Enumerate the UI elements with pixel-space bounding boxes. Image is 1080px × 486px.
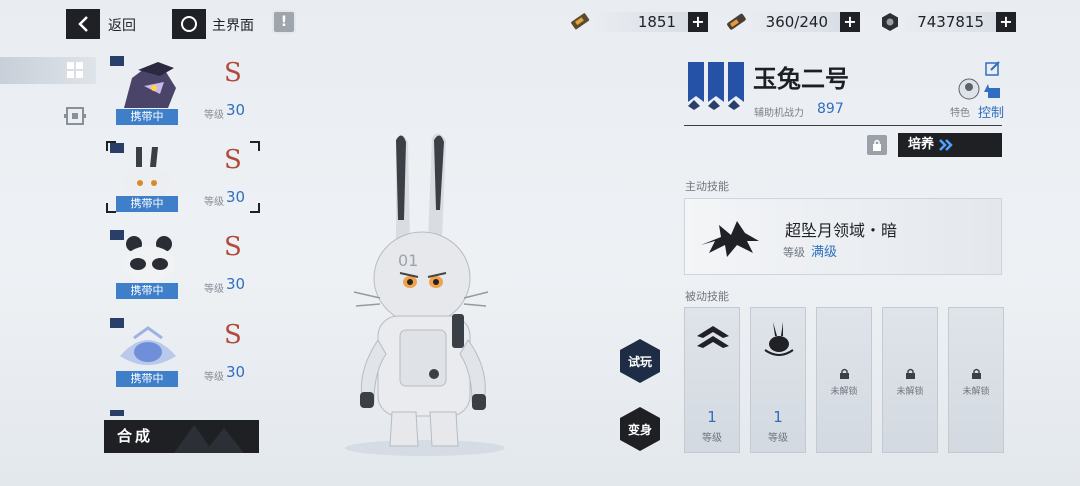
mech-card-5-partial[interactable] xyxy=(110,406,260,418)
passive-skill-3[interactable]: 未解锁 xyxy=(816,307,872,453)
mech-card-4[interactable]: 携带中 S 等级 30 xyxy=(106,318,260,388)
rabbit-skill-icon xyxy=(764,322,794,356)
nut-count: 7437815 xyxy=(917,13,984,31)
add-nut-button[interactable]: + xyxy=(996,12,1016,32)
info-button[interactable]: ! xyxy=(272,10,296,34)
trait-avatar-icon xyxy=(958,78,1000,100)
passive-skill-level: 1 xyxy=(707,408,717,426)
resource-ticket: 1851 + xyxy=(568,10,708,34)
level-key: 等级 xyxy=(204,110,224,121)
locked-label: 未解锁 xyxy=(962,387,990,397)
try-button[interactable]: 试玩 xyxy=(617,338,663,384)
synth-pattern xyxy=(174,425,244,453)
level-value: 30 xyxy=(226,363,246,381)
carry-badge: 携带中 xyxy=(116,283,178,299)
energy-count: 360/240 xyxy=(765,13,828,31)
sidebar-tab-grid[interactable] xyxy=(0,57,96,84)
carry-badge: 携带中 xyxy=(116,196,178,212)
add-energy-button[interactable]: + xyxy=(840,12,860,32)
trait-key: 特色 xyxy=(950,108,970,119)
divider xyxy=(684,125,1002,126)
lock-icon xyxy=(972,368,981,379)
chevron-left-icon xyxy=(78,16,88,32)
chevron-rank-icon xyxy=(697,326,729,348)
level-value: 30 xyxy=(226,101,246,119)
active-skill-title: 主动技能 xyxy=(685,180,729,193)
mech-portrait-2 xyxy=(123,147,171,199)
resource-nut: 7437815 + xyxy=(878,10,1016,34)
home-circle-icon xyxy=(181,16,197,32)
back-button[interactable] xyxy=(66,9,100,39)
edit-icon[interactable] xyxy=(985,60,1001,76)
level-key: 等级 xyxy=(204,197,224,208)
rank-banner-icon xyxy=(688,62,744,110)
active-skill-level-key: 等级 xyxy=(783,246,805,259)
passive-skill-5[interactable]: 未解锁 xyxy=(948,307,1004,453)
train-button[interactable]: 培养 xyxy=(898,133,1002,157)
lock-icon xyxy=(906,368,915,379)
grid-icon xyxy=(67,62,83,78)
lock-icon xyxy=(873,139,881,151)
sidebar-tab-parts[interactable] xyxy=(64,105,88,127)
active-skill-name: 超坠月领域・暗 xyxy=(785,221,898,240)
trait-value: 控制 xyxy=(978,106,1005,121)
parts-icon xyxy=(64,107,86,125)
level-value: 30 xyxy=(226,275,246,293)
passive-skill-1[interactable]: 1 等级 xyxy=(684,307,740,453)
transform-label: 变身 xyxy=(627,422,652,437)
locked-label: 未解锁 xyxy=(896,387,924,397)
level-value: 30 xyxy=(226,188,246,206)
energy-icon xyxy=(727,13,746,30)
train-label: 培养 xyxy=(908,137,935,152)
home-button[interactable] xyxy=(172,9,206,39)
back-label[interactable]: 返回 xyxy=(108,15,136,35)
level-key: 等级 xyxy=(204,284,224,295)
passive-skill-title: 被动技能 xyxy=(685,290,729,303)
passive-skill-2[interactable]: 1 等级 xyxy=(750,307,806,453)
mech-name: 玉兔二号 xyxy=(753,65,849,93)
ticket-count: 1851 xyxy=(637,13,676,31)
resource-energy: 360/240 + xyxy=(724,10,860,34)
passive-skill-4[interactable]: 未解锁 xyxy=(882,307,938,453)
try-label: 试玩 xyxy=(627,354,652,369)
carry-badge: 携带中 xyxy=(116,371,178,387)
active-skill-level: 满级 xyxy=(811,245,838,260)
level-key: 等级 xyxy=(204,372,224,383)
rank-label: S xyxy=(224,320,242,350)
synthesize-button[interactable]: 合成 xyxy=(104,420,259,453)
power-value: 897 xyxy=(817,101,844,117)
mech-model-marking: 01 xyxy=(398,251,418,270)
power-key: 辅助机战力 xyxy=(754,108,804,119)
mech-card-3[interactable]: 携带中 S 等级 30 xyxy=(106,230,260,300)
double-chevron-icon xyxy=(939,139,953,151)
mech-model: 01 xyxy=(345,133,505,456)
rank-label: S xyxy=(224,145,242,175)
active-skill-icon xyxy=(701,221,759,257)
ticket-icon xyxy=(570,13,590,30)
active-skill-card[interactable]: 超坠月领域・暗 等级 满级 xyxy=(684,198,1002,275)
mech-card-1[interactable]: 携带中 S 等级 30 xyxy=(106,56,260,126)
rank-label: S xyxy=(224,58,242,88)
locked-label: 未解锁 xyxy=(830,387,858,397)
add-ticket-button[interactable]: + xyxy=(688,12,708,32)
passive-skill-level-key: 等级 xyxy=(702,433,722,444)
rank-label: S xyxy=(224,232,242,262)
transform-button[interactable]: 变身 xyxy=(617,406,663,452)
carry-badge: 携带中 xyxy=(116,109,178,125)
home-label[interactable]: 主界面 xyxy=(212,15,254,35)
team-tag-icon xyxy=(110,410,124,416)
mech-card-2[interactable]: 携带中 S 等级 30 xyxy=(106,141,260,213)
mech-portrait-1 xyxy=(124,62,176,108)
mech-portrait-3 xyxy=(123,236,175,282)
lock-button[interactable] xyxy=(867,135,887,155)
mech-portrait-4 xyxy=(120,326,176,365)
passive-skill-level-key: 等级 xyxy=(768,433,788,444)
synthesize-label: 合成 xyxy=(117,427,154,445)
lock-icon xyxy=(840,368,849,379)
passive-skill-level: 1 xyxy=(773,408,783,426)
nut-icon xyxy=(882,13,898,31)
